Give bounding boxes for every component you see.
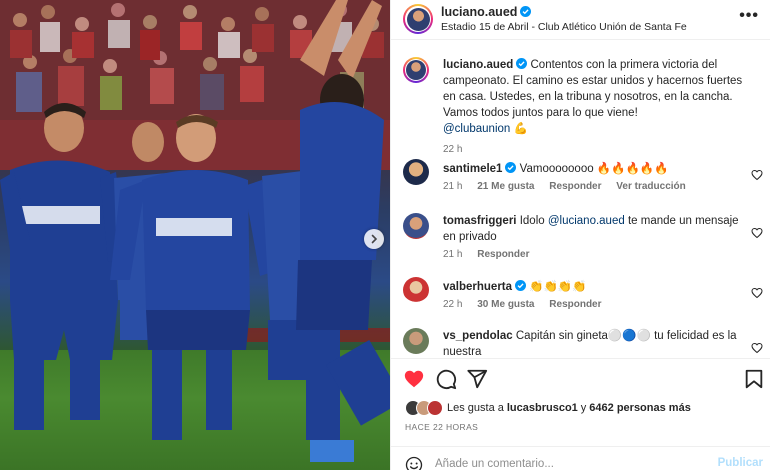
caption-username[interactable]: luciano.aued <box>443 59 513 71</box>
likes-summary: Les gusta a lucasbrusco1 y 6462 personas… <box>405 398 694 418</box>
comment-text-block: santimele1 Vamoooooooo 🔥🔥🔥🔥🔥 <box>443 161 743 177</box>
comment-text-block: valberhuerta 👏👏👏👏 <box>443 279 743 295</box>
comment-meta: 21 h 21 Me gusta Responder Ver traducció… <box>443 181 698 192</box>
reply-button[interactable]: Responder <box>477 249 529 260</box>
caption-avatar[interactable] <box>403 57 429 83</box>
comment-username[interactable]: santimele1 <box>443 163 502 175</box>
commenter-avatar[interactable] <box>403 328 429 354</box>
comment-text-block: vs_pendolac Capitán sin gineta⚪🔵⚪ tu fel… <box>443 328 743 357</box>
heart-icon[interactable] <box>751 342 763 354</box>
comment-meta: 22 h 30 Me gusta Responder <box>443 299 614 310</box>
reply-button[interactable]: Responder <box>549 181 601 192</box>
verified-badge-icon <box>520 6 532 17</box>
emoji-icon[interactable] <box>405 456 423 470</box>
comment-username[interactable]: valberhuerta <box>443 281 512 293</box>
likes-others-count[interactable]: 6462 personas más <box>589 402 691 414</box>
reply-button[interactable]: Responder <box>549 299 601 310</box>
celebrating-players <box>0 0 390 462</box>
author-avatar[interactable] <box>403 4 433 34</box>
post-date[interactable]: HACE 22 HORAS <box>405 422 478 432</box>
see-translation-button[interactable]: Ver traducción <box>616 181 685 192</box>
comments-list: luciano.aued Contentos con la primera vi… <box>391 41 770 357</box>
comment-likes-count[interactable]: 30 Me gusta <box>477 299 534 310</box>
comment-emoji: 🔥🔥🔥🔥🔥 <box>596 163 669 175</box>
commenter-avatar[interactable] <box>403 159 429 185</box>
more-options-icon[interactable]: ••• <box>739 8 759 24</box>
comment-meta: 21 h Responder <box>443 249 541 260</box>
carousel-next-button[interactable] <box>364 229 384 249</box>
comment-input[interactable] <box>435 455 695 470</box>
chevron-right-icon <box>371 234 378 244</box>
comment-mention[interactable]: @luciano.aued <box>548 215 625 227</box>
caption-time[interactable]: 22 h <box>443 144 462 155</box>
likes-prefix: Les gusta a <box>447 402 504 414</box>
caption-mention[interactable]: @clubaunion <box>443 123 510 135</box>
liker-avatars[interactable] <box>405 400 443 416</box>
share-icon[interactable] <box>466 368 488 390</box>
verified-badge-icon <box>516 58 528 69</box>
comment-text-block: tomasfriggeri Idolo @luciano.aued te man… <box>443 213 743 245</box>
heart-icon[interactable] <box>751 287 763 299</box>
heart-icon[interactable] <box>751 227 763 239</box>
comment-username[interactable]: tomasfriggeri <box>443 215 517 227</box>
post-photo[interactable] <box>0 0 390 470</box>
bookmark-icon[interactable] <box>743 368 765 390</box>
heart-icon[interactable] <box>403 368 425 390</box>
comment-time[interactable]: 22 h <box>443 299 462 310</box>
heart-icon[interactable] <box>751 169 763 181</box>
comment-icon[interactable] <box>435 368 457 390</box>
author-username-row[interactable]: luciano.aued <box>441 5 532 19</box>
comment-likes-count[interactable]: 21 Me gusta <box>477 181 534 192</box>
commenter-avatar[interactable] <box>403 213 429 239</box>
add-comment-bar: Publicar <box>391 446 770 470</box>
post-location[interactable]: Estadio 15 de Abril - Club Atlético Unió… <box>441 21 687 33</box>
comment-text: Idolo <box>519 215 545 227</box>
comment-text: Vamoooooooo <box>519 163 594 175</box>
post-header: luciano.aued Estadio 15 de Abril - Club … <box>391 0 770 40</box>
post-side-panel: luciano.aued Estadio 15 de Abril - Club … <box>390 0 770 470</box>
liker-username[interactable]: lucasbrusco1 <box>507 402 578 414</box>
caption-text-block: luciano.aued Contentos con la primera vi… <box>443 57 743 137</box>
author-username[interactable]: luciano.aued <box>441 5 517 19</box>
verified-badge-icon <box>505 162 517 173</box>
comment-emoji: 👏👏👏👏 <box>529 281 587 293</box>
verified-badge-icon <box>515 280 527 291</box>
comment-time[interactable]: 21 h <box>443 249 462 260</box>
likes-connector: y <box>580 402 587 414</box>
publish-button[interactable]: Publicar <box>718 457 763 469</box>
post-actions-bar <box>391 358 770 398</box>
commenter-avatar[interactable] <box>403 277 429 303</box>
caption-emoji: 💪 <box>513 123 528 135</box>
comment-time[interactable]: 21 h <box>443 181 462 192</box>
comment-username[interactable]: vs_pendolac <box>443 330 513 342</box>
caption-meta: 22 h <box>443 144 474 155</box>
